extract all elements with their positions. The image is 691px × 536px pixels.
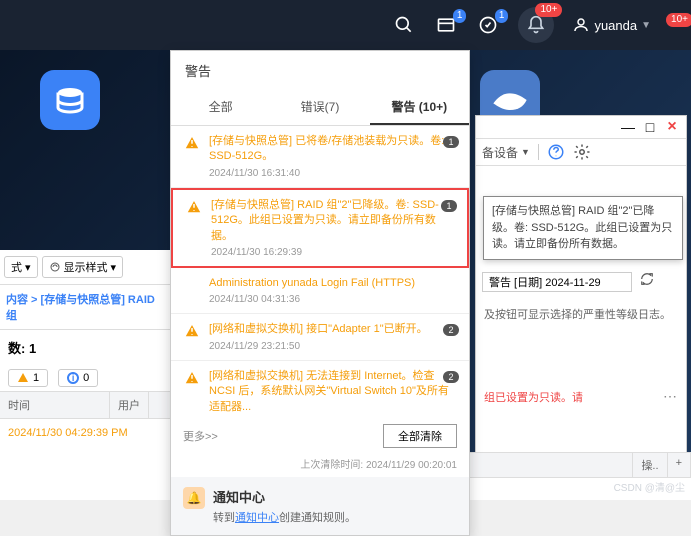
notification-item-highlighted[interactable]: [存储与快照总管] RAID 组"2"已降级。卷: SSD-512G。此组已设置…	[171, 188, 469, 268]
info-filter-badge[interactable]: i 0	[58, 369, 98, 387]
table-row-time[interactable]: 2024/11/30 04:29:39 PM	[0, 419, 170, 447]
hint-text: 及按钮可显示选择的严重性等级日志。	[476, 298, 686, 330]
tasks-button[interactable]: 1	[476, 13, 500, 37]
more-link[interactable]: 更多>>	[183, 428, 218, 444]
user-menu[interactable]: yuanda ▼	[572, 16, 651, 34]
help-icon[interactable]	[547, 143, 565, 161]
bell-icon: 🔔	[183, 487, 205, 509]
display-style-button[interactable]: 显示样式 ▾	[42, 256, 124, 278]
more-menu[interactable]: 10+	[669, 17, 685, 33]
notification-item[interactable]: [网络和虚拟交换机] 接口"Adapter 1"已断开。 2024/11/29 …	[171, 314, 469, 360]
notification-time: 2024/11/30 16:31:40	[209, 168, 457, 179]
dashboard-badge: 1	[453, 9, 467, 23]
notification-list: [存储与快照总管] 已将卷/存储池装载为只读。卷: SSD-512G。 2024…	[171, 126, 469, 416]
notification-count-badge: 2	[443, 324, 459, 336]
top-bar: 1 1 10+ yuanda ▼ 10+	[0, 0, 691, 50]
notification-item[interactable]: Administration yunada Login Fail (HTTPS)…	[171, 268, 469, 314]
col-user[interactable]: 用户	[110, 392, 149, 418]
notification-count-badge: 2	[443, 371, 459, 383]
filter-button[interactable]: 式 ▾	[4, 256, 38, 278]
warning-icon	[183, 322, 201, 340]
notification-time: 2024/11/30 04:31:36	[209, 294, 457, 305]
notification-text: [网络和虚拟交换机] 无法连接到 Internet。检查 NCSI 后，系统默认…	[209, 369, 457, 415]
tooltip: [存储与快照总管] RAID 组"2"已降级。卷: SSD-512G。此组已设置…	[483, 196, 683, 260]
warning-icon	[17, 372, 29, 384]
warning-icon	[185, 198, 203, 216]
minimize-button[interactable]: —	[620, 119, 636, 135]
tasks-badge: 1	[495, 9, 509, 23]
breadcrumb[interactable]: 内容 > [存储与快照总管] RAID 组	[0, 285, 170, 330]
tab-warning[interactable]: 警告 (10+)	[370, 90, 469, 125]
notifications-title: 警告	[171, 51, 469, 90]
row-menu-icon[interactable]: ⋯	[663, 388, 678, 405]
dashboard-button[interactable]: 1	[434, 13, 458, 37]
maximize-button[interactable]: □	[642, 119, 658, 135]
refresh-icon[interactable]	[640, 272, 654, 286]
notification-time: 2024/11/30 16:29:39	[211, 247, 455, 258]
warning-icon	[183, 134, 201, 152]
watermark: CSDN @清@尘	[614, 479, 685, 494]
notification-item[interactable]: [网络和虚拟交换机] 无法连接到 Internet。检查 NCSI 后，系统默认…	[171, 361, 469, 416]
notification-item[interactable]: [存储与快照总管] 已将卷/存储池装载为只读。卷: SSD-512G。 2024…	[171, 126, 469, 188]
notification-count-badge: 1	[443, 136, 459, 148]
app-icon-storage[interactable]	[40, 70, 100, 130]
notifications-panel: 警告 全部 错误(7) 警告 (10+) [存储与快照总管] 已将卷/存储池装载…	[170, 50, 470, 536]
info-icon: i	[67, 372, 79, 384]
notifications-badge: 10+	[535, 3, 562, 17]
chevron-down-icon: ▼	[641, 20, 651, 31]
search-button[interactable]	[392, 13, 416, 37]
close-button[interactable]: ×	[664, 119, 680, 135]
notification-tabs: 全部 错误(7) 警告 (10+)	[171, 90, 469, 126]
last-clear-time: 上次清除时间: 2024/11/29 00:20:01	[171, 456, 469, 477]
left-panel: 式 ▾ 显示样式 ▾ 内容 > [存储与快照总管] RAID 组 数: 1 1 …	[0, 250, 170, 500]
notification-text: [存储与快照总管] 已将卷/存储池装载为只读。卷: SSD-512G。	[209, 134, 457, 165]
notification-center-title: 通知中心	[213, 487, 356, 506]
count-label: 数: 1	[0, 330, 170, 365]
col-operation[interactable]: 操..	[633, 453, 667, 477]
warning-icon	[183, 369, 201, 387]
notification-center-subtitle: 转到通知中心创建通知规则。	[213, 509, 356, 525]
log-window: — □ × 备设备 ▼ 及按钮可显示选择的严重性等级日志。 组已设置为只读。请 …	[475, 115, 687, 500]
clear-all-button[interactable]: 全部清除	[383, 424, 457, 448]
filter-input[interactable]	[482, 272, 632, 292]
notification-center-link[interactable]: 通知中心	[235, 512, 279, 524]
notification-text: [存储与快照总管] RAID 组"2"已降级。卷: SSD-512G。此组已设置…	[211, 198, 455, 244]
notifications-button[interactable]: 10+	[518, 7, 554, 43]
col-add[interactable]: +	[668, 453, 691, 477]
log-row-text: 组已设置为只读。请	[484, 389, 583, 405]
gear-icon[interactable]	[573, 143, 591, 161]
notification-time: 2024/11/29 23:21:50	[209, 341, 457, 352]
notification-text: [网络和虚拟交换机] 接口"Adapter 1"已断开。	[209, 322, 457, 337]
tab-all[interactable]: 全部	[171, 90, 270, 125]
notification-text: Administration yunada Login Fail (HTTPS)	[209, 276, 457, 291]
more-badge: 10+	[666, 13, 691, 27]
warning-filter-badge[interactable]: 1	[8, 369, 48, 387]
col-time[interactable]: 时间	[0, 392, 110, 418]
tab-error[interactable]: 错误(7)	[270, 90, 369, 125]
notification-count-badge: 1	[441, 200, 457, 212]
notification-center-section: 🔔 通知中心 转到通知中心创建通知规则。	[171, 477, 469, 535]
device-dropdown[interactable]: 备设备 ▼	[482, 144, 530, 161]
username-label: yuanda	[594, 18, 637, 33]
